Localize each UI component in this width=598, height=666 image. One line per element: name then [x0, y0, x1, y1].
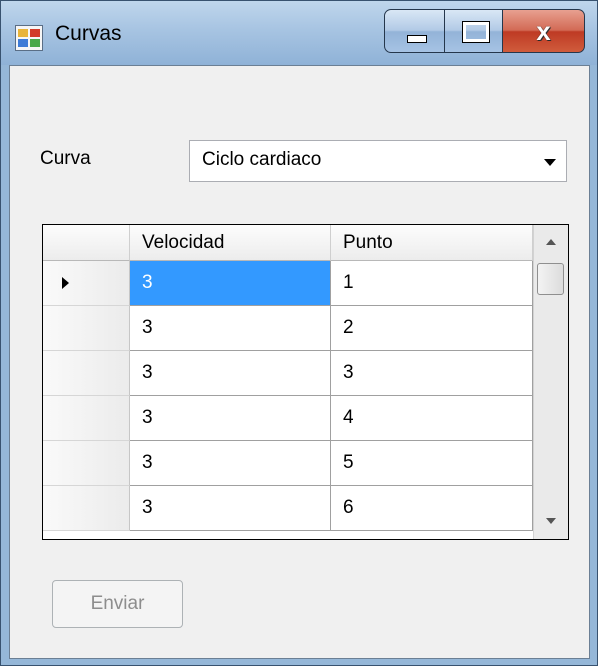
close-icon: x	[536, 16, 551, 46]
send-button[interactable]: Enviar	[52, 580, 183, 628]
window-title: Curvas	[55, 22, 122, 45]
cell-punto[interactable]: 1	[331, 261, 533, 306]
data-grid[interactable]: Velocidad Punto 3 1 3 2 3 3 3 4 3 5 3 6	[42, 224, 569, 540]
cell-velocidad[interactable]: 3	[130, 261, 331, 306]
cell-velocidad[interactable]: 3	[130, 396, 331, 441]
client-area: Curva Ciclo cardiaco Velocidad Punto 3 1…	[9, 65, 590, 659]
cell-velocidad[interactable]: 3	[130, 306, 331, 351]
curva-label: Curva	[40, 148, 91, 169]
row-header[interactable]	[43, 306, 130, 351]
row-header[interactable]	[43, 396, 130, 441]
grid-corner-header[interactable]	[43, 225, 130, 261]
cell-velocidad[interactable]: 3	[130, 441, 331, 486]
scroll-down-icon[interactable]	[546, 518, 556, 524]
cell-punto[interactable]: 5	[331, 441, 533, 486]
vertical-scrollbar[interactable]	[533, 225, 568, 539]
close-button[interactable]: x	[503, 9, 585, 53]
curva-select[interactable]: Ciclo cardiaco	[189, 140, 567, 182]
maximize-icon	[462, 21, 490, 43]
cell-punto[interactable]: 4	[331, 396, 533, 441]
row-header[interactable]	[43, 261, 130, 306]
cell-punto[interactable]: 2	[331, 306, 533, 351]
row-header[interactable]	[43, 486, 130, 531]
chevron-down-icon[interactable]	[544, 159, 556, 166]
row-header[interactable]	[43, 441, 130, 486]
minimize-button[interactable]	[384, 9, 445, 53]
scroll-up-icon[interactable]	[546, 239, 556, 245]
title-bar[interactable]: Curvas x	[1, 1, 597, 65]
maximize-button[interactable]	[445, 9, 503, 53]
row-header[interactable]	[43, 351, 130, 396]
minimize-icon	[407, 35, 427, 43]
scroll-thumb[interactable]	[537, 263, 564, 295]
cell-punto[interactable]: 6	[331, 486, 533, 531]
cell-velocidad[interactable]: 3	[130, 351, 331, 396]
cell-velocidad[interactable]: 3	[130, 486, 331, 531]
current-row-icon	[62, 277, 69, 289]
column-header-velocidad[interactable]: Velocidad	[130, 225, 331, 261]
cell-punto[interactable]: 3	[331, 351, 533, 396]
column-header-punto[interactable]: Punto	[331, 225, 533, 261]
app-icon	[15, 25, 43, 51]
curva-select-value: Ciclo cardiaco	[202, 149, 322, 170]
window: Curvas x Curva Ciclo cardiaco Velocidad …	[0, 0, 598, 666]
